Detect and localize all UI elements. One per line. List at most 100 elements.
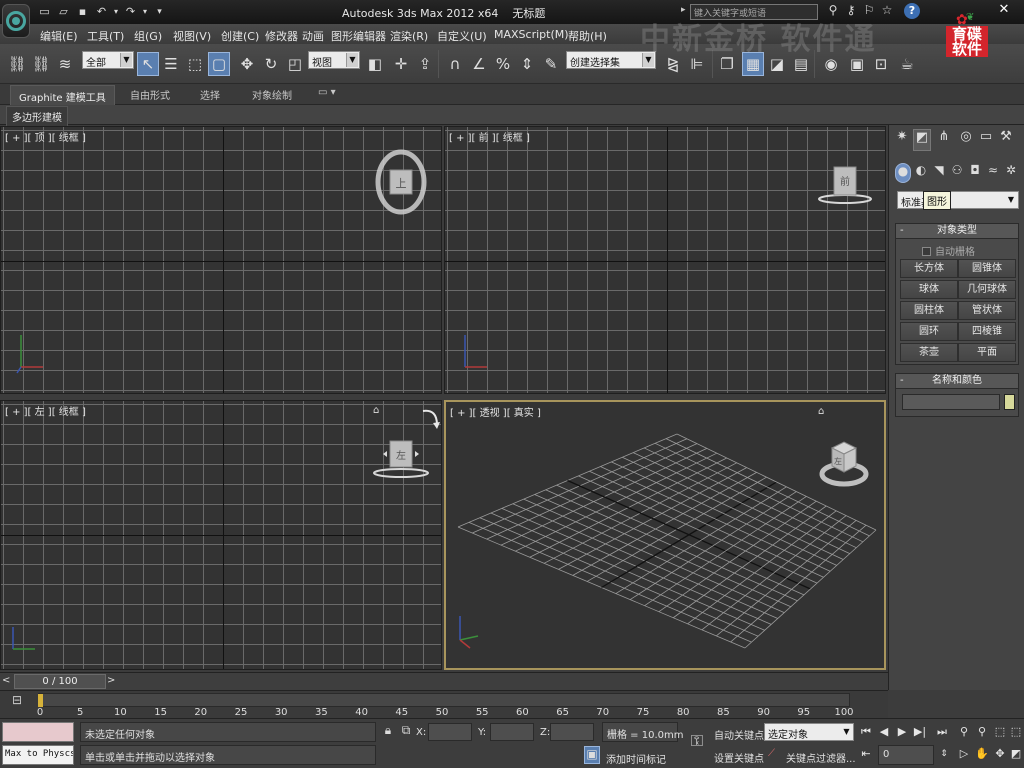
- teapot-button[interactable]: 茶壶: [900, 343, 958, 362]
- y-coordinate-input[interactable]: [490, 723, 534, 741]
- object-color-swatch[interactable]: [1004, 394, 1015, 410]
- redo-icon[interactable]: ↷: [122, 3, 139, 20]
- current-frame-input[interactable]: 0: [878, 745, 934, 765]
- menu-customize[interactable]: 自定义(U): [437, 28, 487, 44]
- menu-group[interactable]: 组(G): [134, 28, 162, 44]
- pyramid-button[interactable]: 四棱锥: [958, 322, 1016, 341]
- edit-named-selection-icon[interactable]: ✎: [540, 52, 562, 76]
- window-crossing-icon[interactable]: ▢: [208, 52, 230, 76]
- time-tag-icon[interactable]: ▣: [584, 746, 600, 764]
- previous-frame-arrow-icon[interactable]: <: [2, 675, 12, 689]
- viewcube-left[interactable]: 左: [369, 435, 433, 481]
- key-mode-toggle-icon[interactable]: ⇤: [858, 745, 874, 763]
- viewport-front[interactable]: [ + ][ 前 ][ 线框 ] 前: [444, 126, 886, 394]
- percent-snap-icon[interactable]: %: [492, 52, 514, 76]
- viewcube-perspective[interactable]: 左: [814, 430, 874, 492]
- hierarchy-panel-icon[interactable]: ⋔: [935, 129, 953, 151]
- object-name-input[interactable]: [902, 394, 1000, 410]
- modify-panel-icon[interactable]: ◩: [913, 129, 931, 151]
- frame-spinner-icon[interactable]: ⇕: [936, 745, 952, 763]
- use-pivot-point-center-icon[interactable]: ◧: [364, 52, 386, 76]
- render-production-icon[interactable]: ☕: [896, 52, 918, 76]
- viewcube-top[interactable]: 上: [373, 149, 429, 215]
- zoom-extents-icon[interactable]: ⬚: [992, 723, 1008, 741]
- motion-panel-icon[interactable]: ◎: [957, 129, 975, 151]
- tab-graphite-modeling[interactable]: Graphite 建模工具: [10, 85, 115, 107]
- undo-dropdown-icon[interactable]: ▾: [112, 3, 120, 20]
- tab-object-paint[interactable]: 对象绘制: [252, 87, 292, 102]
- menu-tools[interactable]: 工具(T): [87, 28, 124, 44]
- tab-freeform[interactable]: 自由形式: [130, 87, 170, 102]
- add-time-tag[interactable]: 添加时间标记: [606, 751, 666, 766]
- box-button[interactable]: 长方体: [900, 259, 958, 278]
- shapes-icon[interactable]: ◐: [913, 163, 929, 183]
- z-coordinate-input[interactable]: [550, 723, 594, 741]
- save-file-icon[interactable]: ▪: [74, 3, 91, 20]
- viewport-top-label[interactable]: [ + ][ 顶 ][ 线框 ]: [5, 129, 86, 144]
- name-and-color-rollout-header[interactable]: - 名称和颜色: [896, 374, 1018, 389]
- systems-icon[interactable]: ✲: [1003, 163, 1019, 183]
- pan-view-icon[interactable]: ✋: [974, 745, 990, 763]
- select-and-scale-icon[interactable]: ◰: [284, 52, 306, 76]
- torus-button[interactable]: 圆环: [900, 322, 958, 341]
- menu-animation[interactable]: 动画: [302, 28, 324, 44]
- set-key-mode-icon[interactable]: ⚿: [684, 731, 710, 750]
- open-file-icon[interactable]: ▱: [55, 3, 72, 20]
- new-file-icon[interactable]: ▭: [36, 3, 53, 20]
- play-icon[interactable]: ▶: [894, 723, 910, 741]
- previous-frame-icon[interactable]: ◀: [876, 723, 892, 741]
- viewport-left-label[interactable]: [ + ][ 左 ][ 线框 ]: [5, 403, 86, 418]
- time-slider-thumb[interactable]: 0 / 100: [14, 674, 106, 689]
- select-and-manipulate-icon[interactable]: ✛: [390, 52, 412, 76]
- rotate-view-arrow-icon[interactable]: [419, 405, 442, 429]
- angle-snap-icon[interactable]: ∠: [468, 52, 490, 76]
- next-frame-arrow-icon[interactable]: >: [107, 675, 117, 689]
- zoom-extents-all-icon[interactable]: ⬚: [1008, 723, 1024, 741]
- menu-maxscript[interactable]: MAXScript(M): [494, 28, 569, 41]
- customize-quick-access-icon[interactable]: ▾: [151, 3, 168, 20]
- space-warps-icon[interactable]: ≈: [985, 163, 1001, 183]
- polygon-modeling-panel[interactable]: 多边形建模: [6, 106, 68, 127]
- tab-selection[interactable]: 选择: [200, 87, 220, 102]
- menu-graph-editors[interactable]: 图形编辑器: [331, 28, 386, 44]
- rectangular-selection-icon[interactable]: ⬚: [184, 52, 206, 76]
- auto-key-button[interactable]: 自动关键点: [714, 727, 764, 742]
- lights-icon[interactable]: ◥: [931, 163, 947, 183]
- geosphere-button[interactable]: 几何球体: [958, 280, 1016, 299]
- menu-rendering[interactable]: 渲染(R): [390, 28, 428, 44]
- viewport-perspective[interactable]: [ + ][ 透视 ][ 真实 ] ⌂ 左: [444, 400, 886, 670]
- absolute-transform-icon[interactable]: ⧉: [398, 723, 414, 741]
- geometry-icon[interactable]: ●: [895, 163, 911, 183]
- utilities-panel-icon[interactable]: ⚒: [997, 129, 1015, 151]
- viewcube-front[interactable]: 前: [815, 163, 875, 209]
- sphere-button[interactable]: 球体: [900, 280, 958, 299]
- selection-filter-dropdown[interactable]: 全部 ▼: [82, 51, 134, 69]
- x-coordinate-input[interactable]: [428, 723, 472, 741]
- viewport-left[interactable]: [ + ][ 左 ][ 线框 ] ⌂ 左: [0, 400, 442, 670]
- keyboard-shortcut-override-icon[interactable]: ⇪: [414, 52, 436, 76]
- application-menu-button[interactable]: [2, 4, 30, 38]
- display-panel-icon[interactable]: ▭: [977, 129, 995, 151]
- create-panel-icon[interactable]: ✷: [893, 129, 911, 151]
- menu-modifiers[interactable]: 修改器: [265, 28, 298, 44]
- track-ruler[interactable]: [38, 693, 850, 707]
- unlink-selection-icon[interactable]: ⛓: [30, 52, 52, 76]
- selection-lock-icon[interactable]: 🔒︎: [380, 723, 396, 741]
- autogrid-checkbox[interactable]: 自动栅格: [922, 243, 975, 258]
- mini-curve-editor-icon[interactable]: ⊟: [6, 693, 28, 715]
- snaps-toggle-icon[interactable]: ∩: [444, 52, 466, 76]
- zoom-all-icon[interactable]: ⚲: [974, 723, 990, 741]
- go-to-end-icon[interactable]: ⏭: [934, 723, 950, 741]
- next-frame-icon[interactable]: ▶|: [912, 723, 928, 741]
- cylinder-button[interactable]: 圆柱体: [900, 301, 958, 320]
- select-and-move-icon[interactable]: ✥: [236, 52, 258, 76]
- reference-coordinate-dropdown[interactable]: 视图 ▼: [308, 51, 360, 69]
- ribbon-minimize-icon[interactable]: ▭ ▾: [318, 87, 336, 98]
- favorites-star-icon[interactable]: ☆: [880, 3, 894, 19]
- cameras-icon[interactable]: ⚇: [949, 163, 965, 183]
- select-and-rotate-icon[interactable]: ↻: [260, 52, 282, 76]
- window-close-icon[interactable]: ✕: [996, 2, 1012, 18]
- menu-create[interactable]: 创建(C): [221, 28, 259, 44]
- object-category-dropdown[interactable]: 标准基本体 ▼: [897, 191, 1019, 209]
- select-object-icon[interactable]: ↖: [137, 52, 159, 76]
